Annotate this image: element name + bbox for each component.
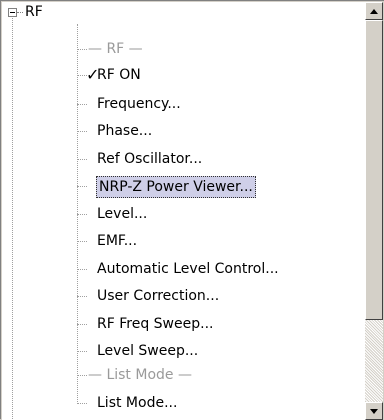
menu-item-automatic-level-control[interactable]: Automatic Level Control... — [77, 255, 366, 283]
menu-item-ref-oscillator[interactable]: Ref Oscillator... — [77, 145, 366, 173]
menu-item-label[interactable]: EMF... — [97, 227, 137, 255]
scroll-down-button[interactable] — [365, 402, 383, 420]
menu-item-label[interactable]: Level... — [97, 200, 147, 228]
separator-label: — RF — — [88, 41, 143, 57]
menu-item-label[interactable]: RF Freq Sweep... — [97, 310, 213, 338]
menu-item-emf[interactable]: EMF... — [77, 227, 366, 255]
scroll-down-arrow-icon — [370, 408, 378, 414]
menu-item-label[interactable]: Ref Oscillator... — [97, 145, 202, 173]
menu-item-label[interactable]: List Mode... — [97, 389, 177, 417]
menu-separator-list-mode: — List Mode — — [77, 361, 366, 389]
separator-label: — List Mode — — [88, 367, 192, 383]
tree-panel: RF — RF — ✓ RF ON Frequency... Phase... … — [0, 0, 384, 420]
menu-item-label[interactable]: User Correction... — [97, 282, 219, 310]
menu-item-rf-freq-sweep[interactable]: RF Freq Sweep... — [77, 310, 366, 338]
menu-item-phase[interactable]: Phase... — [77, 117, 366, 145]
menu-item-rf-on[interactable]: ✓ RF ON — [77, 61, 366, 89]
menu-item-label[interactable]: RF ON — [97, 61, 141, 89]
tree-view: RF — RF — ✓ RF ON Frequency... Phase... … — [2, 2, 366, 420]
collapse-minus-icon[interactable] — [8, 8, 17, 17]
scroll-up-arrow-icon — [370, 8, 378, 14]
scrollbar-thumb[interactable] — [365, 20, 383, 320]
scroll-up-button[interactable] — [365, 2, 383, 20]
tree-root-label[interactable]: RF — [25, 2, 43, 22]
menu-item-label[interactable]: NRP-Z Power Viewer... — [96, 176, 256, 198]
menu-item-label[interactable]: Automatic Level Control... — [97, 255, 279, 283]
menu-item-user-correction[interactable]: User Correction... — [77, 282, 366, 310]
menu-item-frequency[interactable]: Frequency... — [77, 90, 366, 118]
tree-root-connector — [12, 18, 13, 420]
tree-connector — [17, 12, 23, 13]
menu-item-label[interactable]: Frequency... — [97, 90, 181, 118]
menu-item-label[interactable]: Phase... — [97, 117, 152, 145]
menu-item-list-mode[interactable]: List Mode... — [77, 389, 366, 417]
menu-separator-rf: — RF — — [77, 35, 366, 63]
menu-item-nrp-z-power-viewer[interactable]: NRP-Z Power Viewer... — [77, 172, 366, 200]
menu-item-level[interactable]: Level... — [77, 200, 366, 228]
vertical-scrollbar[interactable] — [365, 2, 383, 420]
